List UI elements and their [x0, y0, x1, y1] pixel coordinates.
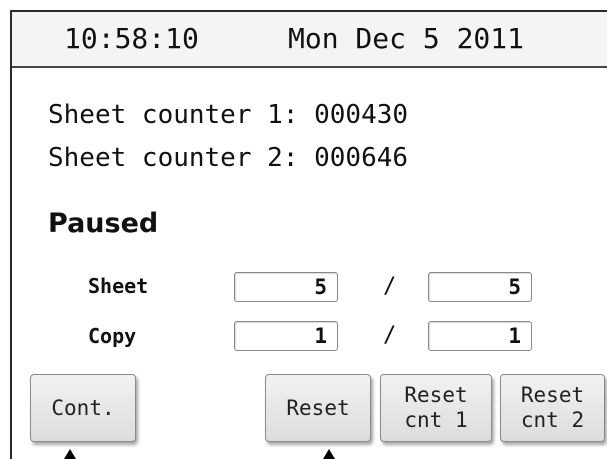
pointer-arrow-icon: [64, 449, 76, 459]
sheet-counter-1: Sheet counter 1: 000430: [48, 100, 408, 130]
copy-separator: /: [383, 323, 397, 348]
pointer-arrow-icon: [323, 449, 335, 459]
clock-date: Mon Dec 5 2011: [288, 22, 525, 55]
clock-time: 10:58:10: [64, 22, 199, 55]
reset-cnt-1-label-line1: Reset: [404, 383, 468, 407]
reset-cnt-1-label-line2: cnt 1: [404, 408, 468, 432]
reset-button-label: Reset: [286, 395, 350, 420]
job-state: Paused: [48, 208, 159, 239]
reset-cnt-1-button[interactable]: Reset cnt 1: [380, 374, 492, 442]
copy-total-field: 1: [428, 321, 532, 351]
sheet-total-field: 5: [428, 272, 532, 302]
reset-cnt-2-button[interactable]: Reset cnt 2: [500, 374, 605, 442]
cont-button[interactable]: Cont.: [30, 374, 136, 442]
sheet-row-label: Sheet: [88, 274, 149, 298]
sheet-counter-2-label: Sheet counter 2:: [48, 143, 299, 173]
device-screen: 10:58:10 Mon Dec 5 2011 Sheet counter 1:…: [10, 10, 607, 459]
status-bar: 10:58:10 Mon Dec 5 2011: [12, 12, 607, 68]
reset-button[interactable]: Reset: [265, 374, 371, 442]
reset-cnt-2-label-line1: Reset: [520, 383, 585, 407]
cont-button-label: Cont.: [51, 395, 115, 420]
sheet-counter-1-label: Sheet counter 1:: [48, 100, 299, 130]
copy-row-label: Copy: [88, 324, 137, 348]
sheet-counter-2-value: 000646: [314, 143, 409, 173]
sheet-separator: /: [383, 274, 397, 299]
copy-current-field: 1: [234, 321, 338, 351]
reset-cnt-2-label-line2: cnt 2: [520, 408, 585, 432]
sheet-counter-2: Sheet counter 2: 000646: [48, 143, 408, 173]
sheet-current-field: 5: [234, 272, 338, 302]
sheet-counter-1-value: 000430: [314, 100, 409, 130]
